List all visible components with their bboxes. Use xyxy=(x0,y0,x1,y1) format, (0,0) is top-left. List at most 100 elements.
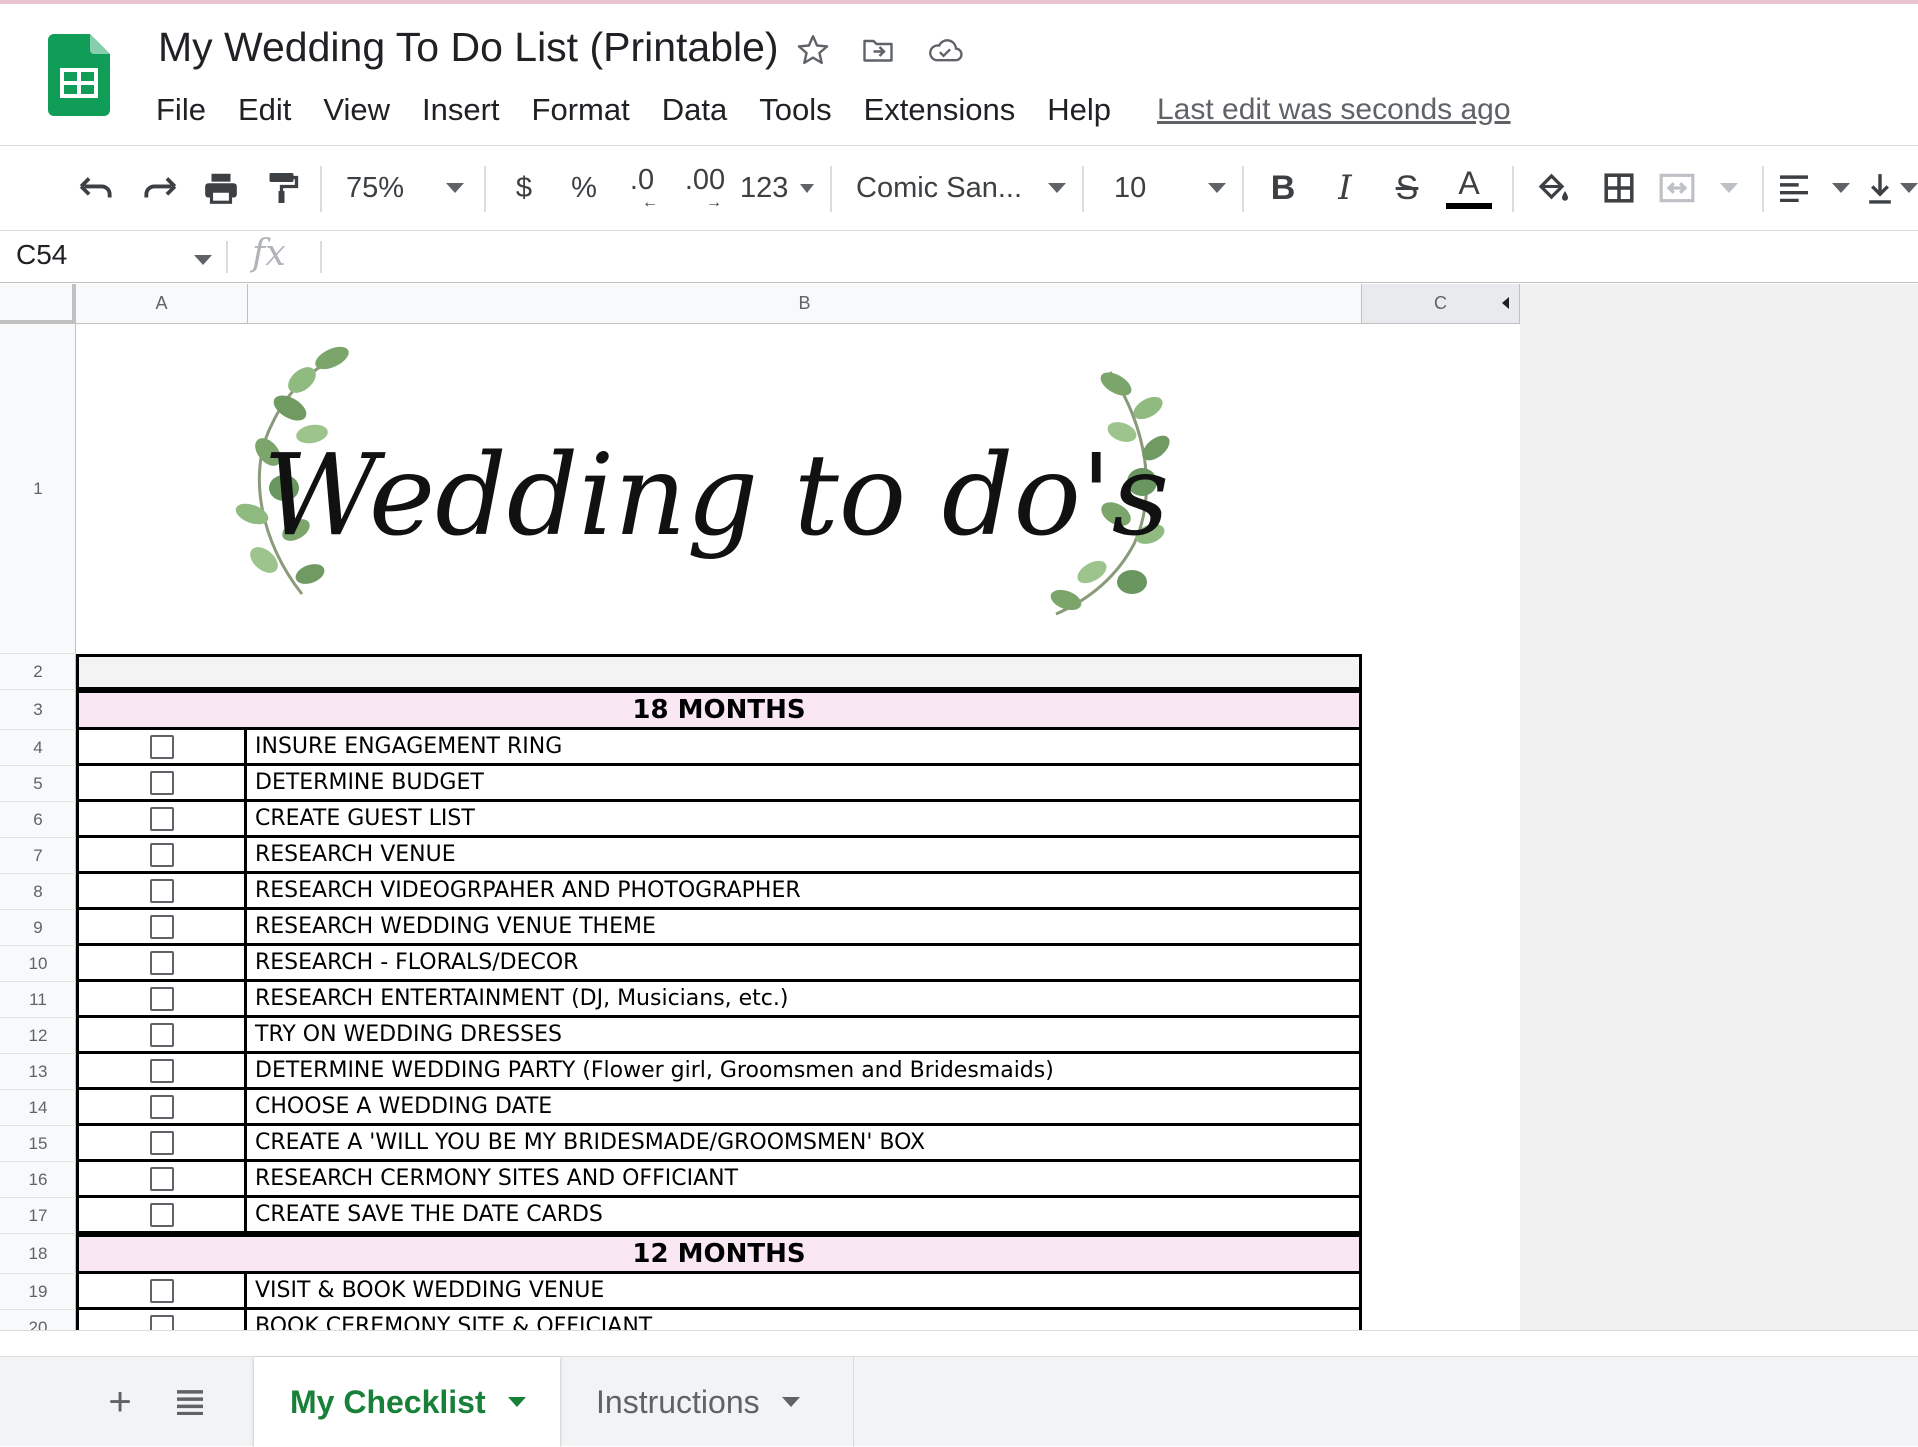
row-header[interactable]: 5 xyxy=(0,766,76,802)
print-icon[interactable] xyxy=(196,160,246,216)
row-header[interactable]: 4 xyxy=(0,730,76,766)
menu-insert[interactable]: Insert xyxy=(406,92,516,128)
task-checkbox[interactable] xyxy=(149,1130,174,1155)
task-checkbox[interactable] xyxy=(149,1166,174,1191)
menu-format[interactable]: Format xyxy=(516,92,646,128)
menu-help[interactable]: Help xyxy=(1031,92,1127,128)
column-header-a[interactable]: A xyxy=(76,284,248,324)
task-checkbox[interactable] xyxy=(149,734,174,759)
task-checkbox[interactable] xyxy=(149,1058,174,1083)
select-all-corner[interactable] xyxy=(0,284,76,324)
task-cell[interactable]: CREATE A 'WILL YOU BE MY BRIDESMADE/GROO… xyxy=(250,1126,1359,1159)
percent-format-button[interactable]: % xyxy=(560,160,608,216)
task-checkbox[interactable] xyxy=(149,806,174,831)
merge-cells-icon[interactable] xyxy=(1658,160,1738,216)
menu-tools[interactable]: Tools xyxy=(743,92,847,128)
horizontal-align-icon[interactable] xyxy=(1778,160,1850,216)
row-header[interactable]: 20 xyxy=(0,1310,76,1331)
row-header[interactable]: 7 xyxy=(0,838,76,874)
more-formats-button[interactable]: 123 xyxy=(740,160,814,216)
menu-extensions[interactable]: Extensions xyxy=(848,92,1032,128)
redo-icon[interactable] xyxy=(134,160,184,216)
task-cell[interactable]: DETERMINE BUDGET xyxy=(250,766,1359,799)
task-checkbox[interactable] xyxy=(149,986,174,1011)
task-cell[interactable]: INSURE ENGAGEMENT RING xyxy=(250,730,1359,763)
last-edit-link[interactable]: Last edit was seconds ago xyxy=(1157,93,1511,127)
row-header[interactable]: 1 xyxy=(0,324,76,654)
task-checkbox[interactable] xyxy=(149,842,174,867)
task-checkbox[interactable] xyxy=(149,770,174,795)
text-color-icon[interactable]: A xyxy=(1444,160,1494,216)
fill-color-icon[interactable] xyxy=(1528,160,1578,216)
task-checkbox[interactable] xyxy=(149,914,174,939)
task-checkbox[interactable] xyxy=(149,1278,174,1303)
row-header[interactable]: 3 xyxy=(0,690,76,730)
vertical-align-icon[interactable] xyxy=(1866,160,1918,216)
font-size-select[interactable]: 10 xyxy=(1106,160,1226,216)
move-to-folder-icon[interactable] xyxy=(858,30,898,70)
formula-input[interactable] xyxy=(330,235,1900,279)
row-header[interactable]: 11 xyxy=(0,982,76,1018)
row-header[interactable]: 15 xyxy=(0,1126,76,1162)
menu-edit[interactable]: Edit xyxy=(222,92,307,128)
row-header[interactable]: 16 xyxy=(0,1162,76,1198)
tab-my-checklist[interactable]: My Checklist xyxy=(254,1357,560,1447)
menu-file[interactable]: File xyxy=(140,92,222,128)
zoom-select[interactable]: 75% xyxy=(340,160,470,216)
task-cell[interactable]: DETERMINE WEDDING PARTY (Flower girl, Gr… xyxy=(250,1054,1359,1087)
row-header[interactable]: 6 xyxy=(0,802,76,838)
task-cell[interactable]: RESEARCH - FLORALS/DECOR xyxy=(250,946,1359,979)
document-title[interactable]: My Wedding To Do List (Printable) xyxy=(158,24,779,71)
task-checkbox[interactable] xyxy=(149,1094,174,1119)
chevron-down-icon[interactable] xyxy=(194,255,212,265)
row-header[interactable]: 8 xyxy=(0,874,76,910)
task-checkbox[interactable] xyxy=(149,1314,174,1330)
cloud-saved-icon[interactable] xyxy=(925,30,965,70)
menu-data[interactable]: Data xyxy=(646,92,743,128)
increase-decimal-button[interactable]: .00 → xyxy=(680,160,730,216)
name-box[interactable]: C54 xyxy=(16,239,67,271)
collapse-left-icon[interactable] xyxy=(1502,297,1509,309)
currency-format-button[interactable]: $ xyxy=(500,160,548,216)
row-header[interactable]: 14 xyxy=(0,1090,76,1126)
task-cell[interactable]: CREATE SAVE THE DATE CARDS xyxy=(250,1198,1359,1231)
borders-icon[interactable] xyxy=(1594,160,1644,216)
tab-instructions[interactable]: Instructions xyxy=(560,1357,854,1447)
row-header[interactable]: 9 xyxy=(0,910,76,946)
column-header-b[interactable]: B xyxy=(248,284,1362,324)
strikethrough-icon[interactable]: S xyxy=(1382,160,1432,216)
task-cell[interactable]: BOOK CEREMONY SITE & OFFICIANT xyxy=(250,1310,1359,1330)
sheets-logo-icon[interactable] xyxy=(48,34,110,116)
task-cell[interactable]: CREATE GUEST LIST xyxy=(250,802,1359,835)
task-cell[interactable]: RESEARCH CERMONY SITES AND OFFICIANT xyxy=(250,1162,1359,1195)
task-checkbox[interactable] xyxy=(149,1022,174,1047)
row-header[interactable]: 18 xyxy=(0,1234,76,1274)
column-header-c[interactable]: C xyxy=(1362,284,1520,324)
row-header[interactable]: 13 xyxy=(0,1054,76,1090)
task-cell[interactable]: RESEARCH VIDEOGRPAHER AND PHOTOGRAPHER xyxy=(250,874,1359,907)
star-icon[interactable] xyxy=(793,30,833,70)
task-cell[interactable]: CHOOSE A WEDDING DATE xyxy=(250,1090,1359,1123)
task-checkbox[interactable] xyxy=(149,1202,174,1227)
decrease-decimal-button[interactable]: .0 ← xyxy=(618,160,666,216)
wedding-banner-image[interactable]: Wedding to do's xyxy=(76,324,1362,654)
task-cell[interactable]: RESEARCH ENTERTAINMENT (DJ, Musicians, e… xyxy=(250,982,1359,1015)
horizontal-scrollbar[interactable] xyxy=(0,1330,1918,1356)
font-family-select[interactable]: Comic San... xyxy=(856,160,1066,216)
section-header[interactable]: 18 MONTHS xyxy=(76,690,1362,730)
bold-icon[interactable]: B xyxy=(1258,160,1308,216)
task-cell[interactable]: VISIT & BOOK WEDDING VENUE xyxy=(250,1274,1359,1307)
add-sheet-icon[interactable]: + xyxy=(100,1357,140,1447)
row-header[interactable]: 2 xyxy=(0,654,76,690)
row-header[interactable]: 12 xyxy=(0,1018,76,1054)
row-header[interactable]: 10 xyxy=(0,946,76,982)
paint-format-icon[interactable] xyxy=(258,160,308,216)
blank-row[interactable] xyxy=(76,654,1362,690)
menu-view[interactable]: View xyxy=(307,92,406,128)
task-cell[interactable]: RESEARCH WEDDING VENUE THEME xyxy=(250,910,1359,943)
all-sheets-icon[interactable] xyxy=(170,1357,210,1447)
task-checkbox[interactable] xyxy=(149,878,174,903)
italic-icon[interactable]: I xyxy=(1320,160,1370,216)
section-header[interactable]: 12 MONTHS xyxy=(76,1234,1362,1274)
row-header[interactable]: 17 xyxy=(0,1198,76,1234)
